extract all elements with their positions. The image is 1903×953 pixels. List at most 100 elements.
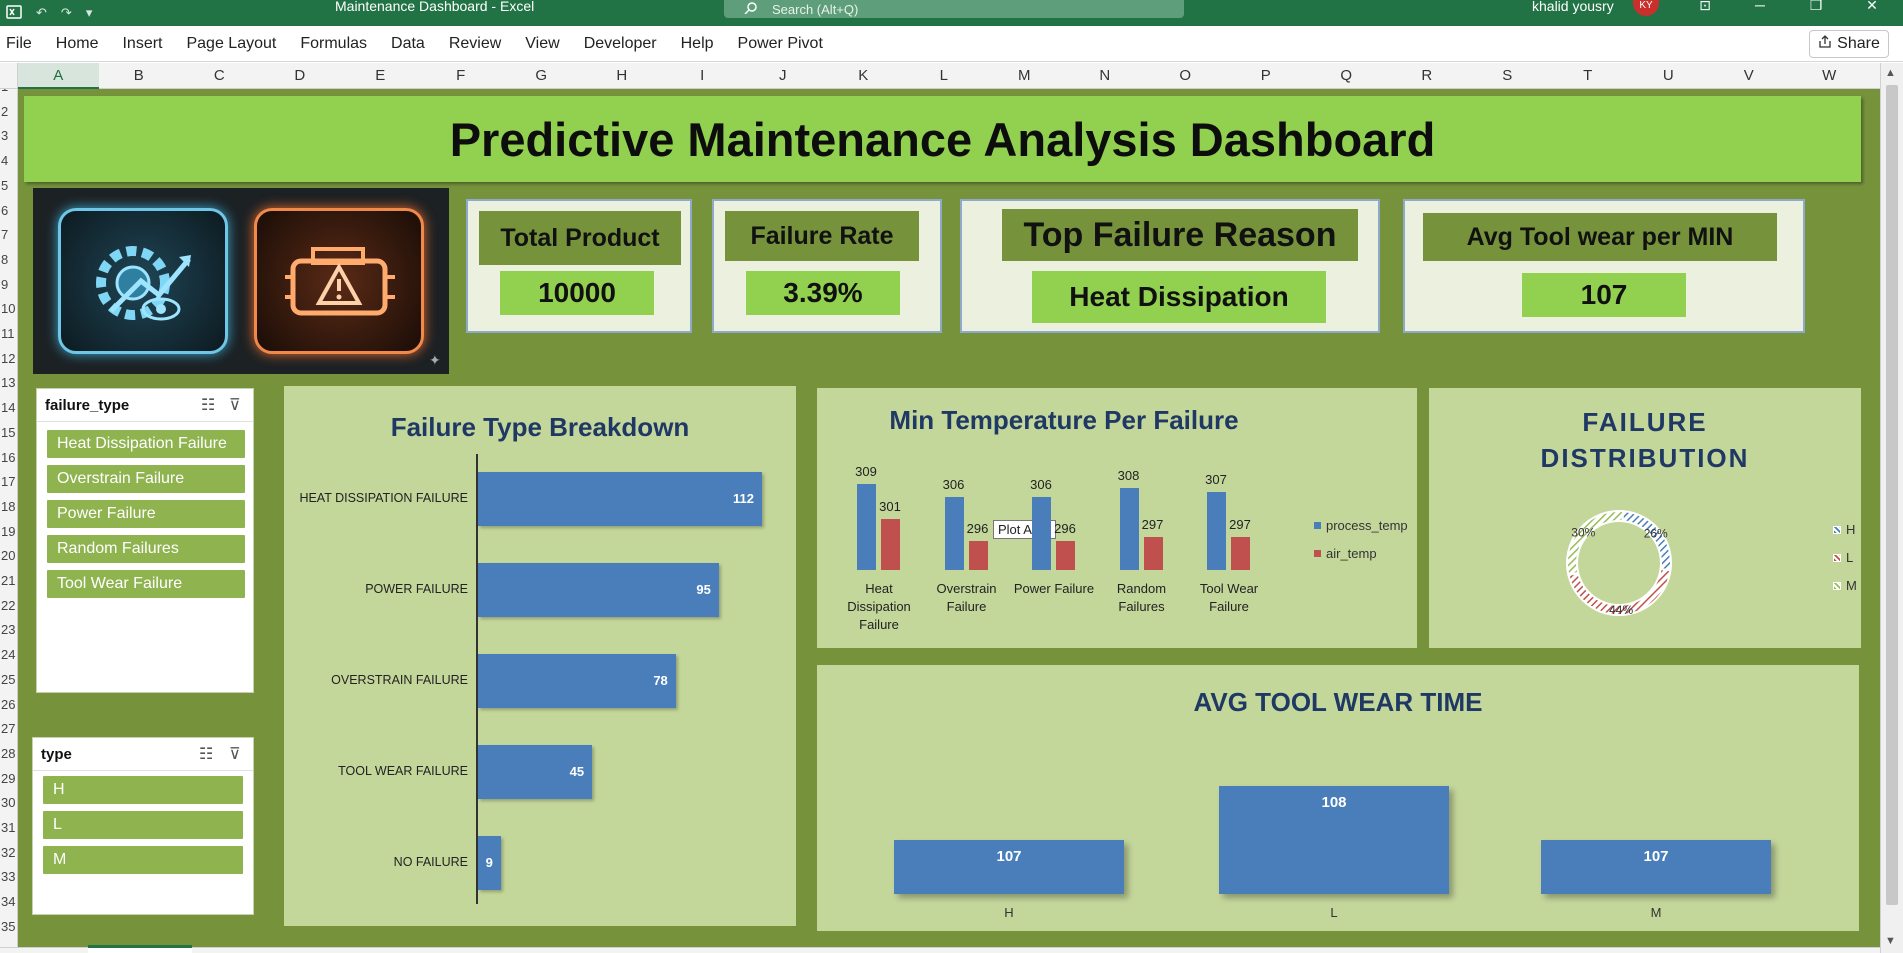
row-header[interactable]: 22: [0, 598, 17, 613]
donut-slice-H[interactable]: [1621, 510, 1672, 572]
slicer-item-h[interactable]: H: [43, 776, 243, 804]
column-air_temp[interactable]: [1143, 536, 1163, 570]
column-header[interactable]: H: [582, 63, 663, 89]
column-air_temp[interactable]: [968, 541, 988, 570]
minimize-icon[interactable]: ─: [1740, 0, 1780, 16]
slicer-item-l[interactable]: L: [43, 811, 243, 839]
row-header[interactable]: 27: [0, 721, 17, 736]
row-header[interactable]: 1: [0, 89, 17, 94]
row-header[interactable]: 26: [0, 697, 17, 712]
column-header[interactable]: D: [260, 63, 341, 89]
column-header[interactable]: U: [1628, 63, 1709, 89]
redo-icon[interactable]: ↷: [61, 5, 72, 21]
column-header[interactable]: N: [1065, 63, 1146, 89]
row-header[interactable]: 10: [0, 301, 17, 316]
row-header[interactable]: 15: [0, 425, 17, 440]
column-header[interactable]: S: [1467, 63, 1548, 89]
column-header[interactable]: T: [1548, 63, 1629, 89]
row-header[interactable]: 3: [0, 128, 17, 143]
column-header[interactable]: L: [904, 63, 985, 89]
column-air_temp[interactable]: [1056, 541, 1075, 570]
tab-page-layout[interactable]: Page Layout: [174, 35, 288, 53]
failure-type-breakdown-chart[interactable]: Failure Type Breakdown HEAT DISSIPATION …: [284, 386, 796, 926]
scroll-down-icon[interactable]: ▼: [1885, 935, 1896, 947]
avatar[interactable]: KY: [1633, 0, 1659, 16]
column-header[interactable]: O: [1145, 63, 1226, 89]
column-header[interactable]: P: [1226, 63, 1307, 89]
row-header[interactable]: 6: [0, 203, 17, 218]
slicer-item-random[interactable]: Random Failures: [47, 535, 245, 563]
column-header[interactable]: C: [179, 63, 260, 89]
column-header[interactable]: Q: [1306, 63, 1387, 89]
row-header[interactable]: 19: [0, 524, 17, 539]
tab-view[interactable]: View: [513, 35, 571, 53]
failure-distribution-chart[interactable]: FAILURE DISTRIBUTION 26% 44% 30% HLM: [1429, 388, 1861, 648]
row-header[interactable]: 5: [0, 178, 17, 193]
sheet-tab-dashboard[interactable]: [88, 945, 192, 953]
row-header[interactable]: 33: [0, 869, 17, 884]
search-box[interactable]: Search (Alt+Q): [724, 0, 1184, 18]
logo-image[interactable]: ✦: [33, 188, 449, 374]
column-process_temp[interactable]: [857, 483, 876, 570]
min-temperature-chart[interactable]: Min Temperature Per Failure Plot Area 30…: [817, 388, 1417, 648]
tab-help[interactable]: Help: [669, 35, 726, 53]
column-header[interactable]: V: [1709, 63, 1790, 89]
row-header[interactable]: 2: [0, 104, 17, 119]
slicer-item-tool-wear[interactable]: Tool Wear Failure: [47, 570, 245, 598]
row-header[interactable]: 13: [0, 375, 17, 390]
column-header[interactable]: R: [1387, 63, 1468, 89]
user-name[interactable]: khalid yousry: [1532, 0, 1614, 16]
tab-insert[interactable]: Insert: [110, 35, 174, 53]
clear-filter-icon[interactable]: ⊽: [229, 744, 241, 764]
donut-slice-M[interactable]: [1566, 510, 1625, 577]
close-icon[interactable]: ✕: [1852, 0, 1892, 16]
column-header[interactable]: J: [743, 63, 824, 89]
row-header[interactable]: 9: [0, 277, 17, 292]
row-header[interactable]: 34: [0, 894, 17, 909]
row-header[interactable]: 12: [0, 351, 17, 366]
row-header[interactable]: 32: [0, 845, 17, 860]
customize-toolbar-icon[interactable]: ▾: [86, 5, 93, 21]
clear-filter-icon[interactable]: ⊽: [229, 395, 241, 415]
row-header[interactable]: 29: [0, 771, 17, 786]
tab-developer[interactable]: Developer: [572, 35, 669, 53]
share-button[interactable]: Share: [1809, 30, 1889, 58]
avg-tool-wear-chart[interactable]: AVG TOOL WEAR TIME 107 H 108 L 107 M: [817, 665, 1859, 931]
maximize-icon[interactable]: ❐: [1796, 0, 1836, 16]
row-header[interactable]: 8: [0, 252, 17, 267]
multi-select-icon[interactable]: ☷: [199, 744, 213, 764]
row-header[interactable]: 4: [0, 153, 17, 168]
row-header[interactable]: 20: [0, 548, 17, 563]
slicer-item-overstrain[interactable]: Overstrain Failure: [47, 465, 245, 493]
row-header[interactable]: 11: [0, 326, 17, 341]
column-header[interactable]: B: [99, 63, 180, 89]
undo-icon[interactable]: ↶: [36, 5, 47, 21]
column-air_temp[interactable]: [881, 519, 900, 570]
ribbon-display-icon[interactable]: ⊡: [1685, 0, 1725, 16]
column-air_temp[interactable]: [1231, 536, 1250, 570]
row-header[interactable]: 25: [0, 672, 17, 687]
row-header[interactable]: 14: [0, 400, 17, 415]
column-header[interactable]: K: [823, 63, 904, 89]
row-header[interactable]: 18: [0, 499, 17, 514]
scroll-thumb[interactable]: [1886, 85, 1898, 905]
row-header[interactable]: 35: [0, 919, 17, 934]
row-header[interactable]: 24: [0, 647, 17, 662]
tab-power-pivot[interactable]: Power Pivot: [726, 35, 835, 53]
tab-review[interactable]: Review: [437, 35, 513, 53]
row-header[interactable]: 23: [0, 622, 17, 637]
row-header[interactable]: 28: [0, 746, 17, 761]
slicer-item-power[interactable]: Power Failure: [47, 500, 245, 528]
slicer-item-m[interactable]: M: [43, 846, 243, 874]
column-header[interactable]: M: [984, 63, 1065, 89]
column-header[interactable]: W: [1789, 63, 1870, 89]
multi-select-icon[interactable]: ☷: [201, 395, 215, 415]
row-header[interactable]: 30: [0, 795, 17, 810]
row-header[interactable]: 31: [0, 820, 17, 835]
tab-file[interactable]: File: [0, 35, 44, 53]
row-header[interactable]: 17: [0, 474, 17, 489]
column-header[interactable]: I: [662, 63, 743, 89]
column-header[interactable]: G: [501, 63, 582, 89]
scroll-up-icon[interactable]: ▲: [1885, 67, 1896, 79]
column-header[interactable]: F: [421, 63, 502, 89]
